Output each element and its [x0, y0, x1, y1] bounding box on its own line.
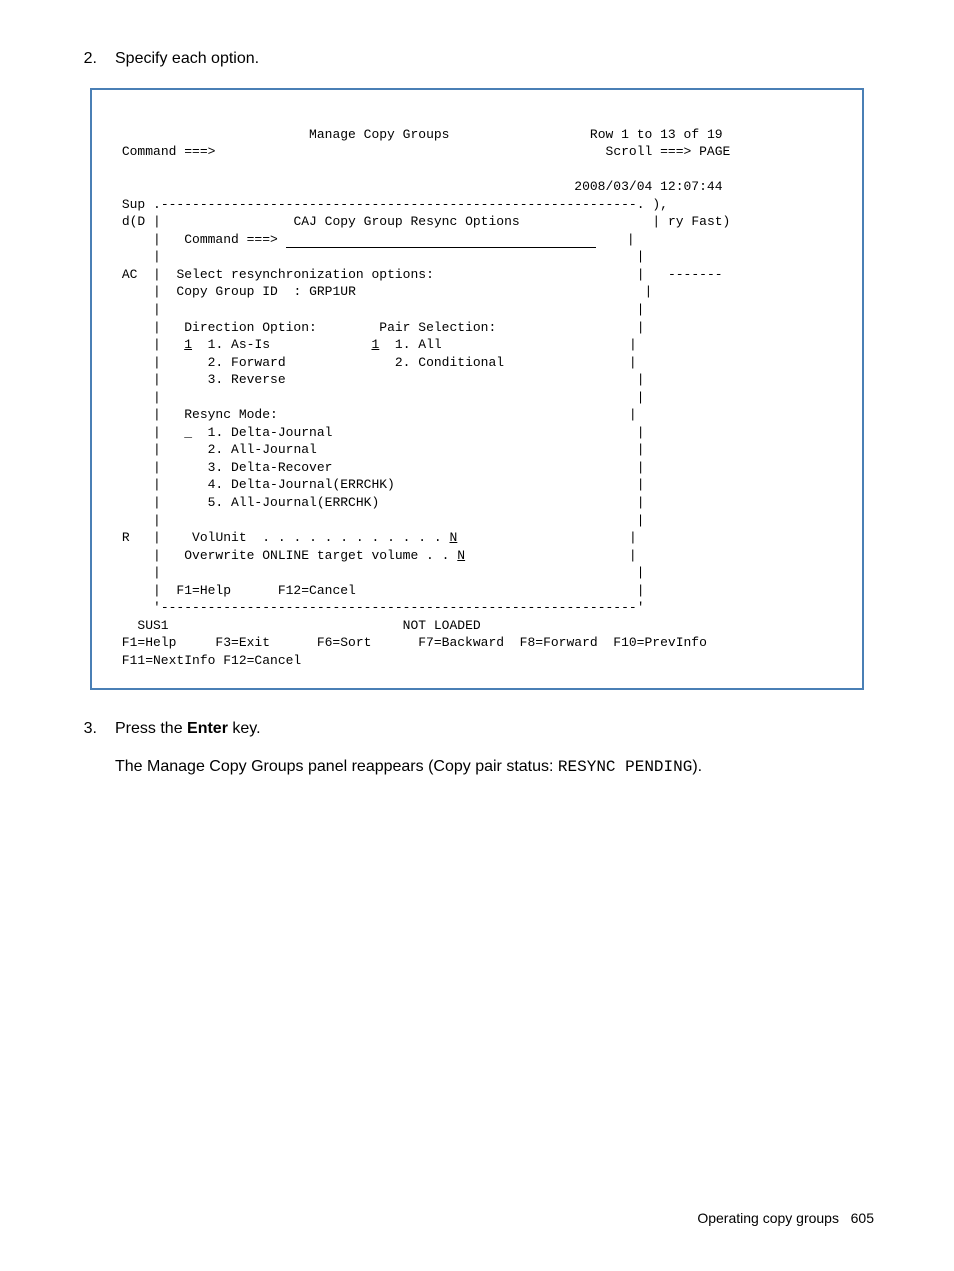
overwrite-input[interactable]: N	[457, 548, 465, 563]
step-3-text-line2: The Manage Copy Groups panel reappears (…	[115, 758, 874, 776]
resync-mode-label: | Resync Mode: |	[114, 407, 637, 422]
copy-group-id-line: | Copy Group ID : GRP1UR |	[114, 284, 652, 299]
timestamp-line: 2008/03/04 12:07:44	[114, 179, 723, 194]
step-3: 3. Press the Enter key. The Manage Copy …	[80, 720, 874, 776]
page-footer: Operating copy groups 605	[697, 1210, 874, 1226]
terminal-screenshot: Manage Copy Groups Row 1 to 13 of 19 Com…	[90, 88, 864, 690]
command-line-outer: Command ===> Scroll ===> PAGE	[114, 144, 730, 159]
select-line: AC | Select resynchronization options: |…	[114, 267, 723, 282]
section-title: Operating copy groups	[697, 1210, 839, 1226]
step-2-text: Specify each option.	[115, 50, 874, 68]
volunit-line: R | VolUnit . . . . . . . . . . . . N |	[114, 530, 637, 545]
blank-line	[114, 162, 122, 177]
step-2: 2. Specify each option.	[80, 50, 874, 68]
popup-spacer: | |	[114, 249, 645, 264]
direction-option-1: | 1 1. As-Is 1 1. All |	[114, 337, 637, 352]
popup-top-border: Sup .-----------------------------------…	[114, 197, 668, 212]
resync-option-4: | 4. Delta-Journal(ERRCHK) |	[114, 477, 645, 492]
resync-option-1: | _ 1. Delta-Journal |	[114, 425, 645, 440]
resync-option-2: | 2. All-Journal |	[114, 442, 645, 457]
step-3-text-line1: Press the Enter key.	[115, 720, 874, 738]
popup-spacer-5: | |	[114, 565, 645, 580]
step-3-number: 3.	[80, 720, 115, 738]
popup-spacer-2: | |	[114, 302, 645, 317]
step-2-number: 2.	[80, 50, 115, 68]
resync-option-3: | 3. Delta-Recover |	[114, 460, 645, 475]
popup-command-line: | Command ===> |	[114, 232, 635, 247]
main-function-keys-1: F1=Help F3=Exit F6=Sort F7=Backward F8=F…	[114, 635, 707, 650]
popup-spacer-4: | |	[114, 513, 645, 528]
direction-pair-header: | Direction Option: Pair Selection: |	[114, 320, 645, 335]
popup-title-line: d(D | CAJ Copy Group Resync Options | ry…	[114, 214, 730, 229]
page-number: 605	[851, 1210, 874, 1226]
popup-function-keys: | F1=Help F12=Cancel |	[114, 583, 645, 598]
direction-option-2: | 2. Forward 2. Conditional |	[114, 355, 637, 370]
pair-input[interactable]: 1	[371, 337, 379, 352]
panel-title: Manage Copy Groups Row 1 to 13 of 19	[114, 127, 723, 142]
resync-option-5: | 5. All-Journal(ERRCHK) |	[114, 495, 645, 510]
direction-option-3: | 3. Reverse |	[114, 372, 645, 387]
enter-key-label: Enter	[187, 720, 228, 737]
status-line: SUS1 NOT LOADED	[114, 618, 481, 633]
resync-input[interactable]: _	[184, 425, 192, 440]
main-function-keys-2: F11=NextInfo F12=Cancel	[114, 653, 301, 668]
direction-input[interactable]: 1	[184, 337, 192, 352]
overwrite-line: | Overwrite ONLINE target volume . . N |	[114, 548, 637, 563]
status-code: RESYNC PENDING	[558, 758, 692, 776]
popup-bottom-border: '---------------------------------------…	[114, 600, 645, 615]
popup-spacer-3: | |	[114, 390, 645, 405]
volunit-input[interactable]: N	[450, 530, 458, 545]
